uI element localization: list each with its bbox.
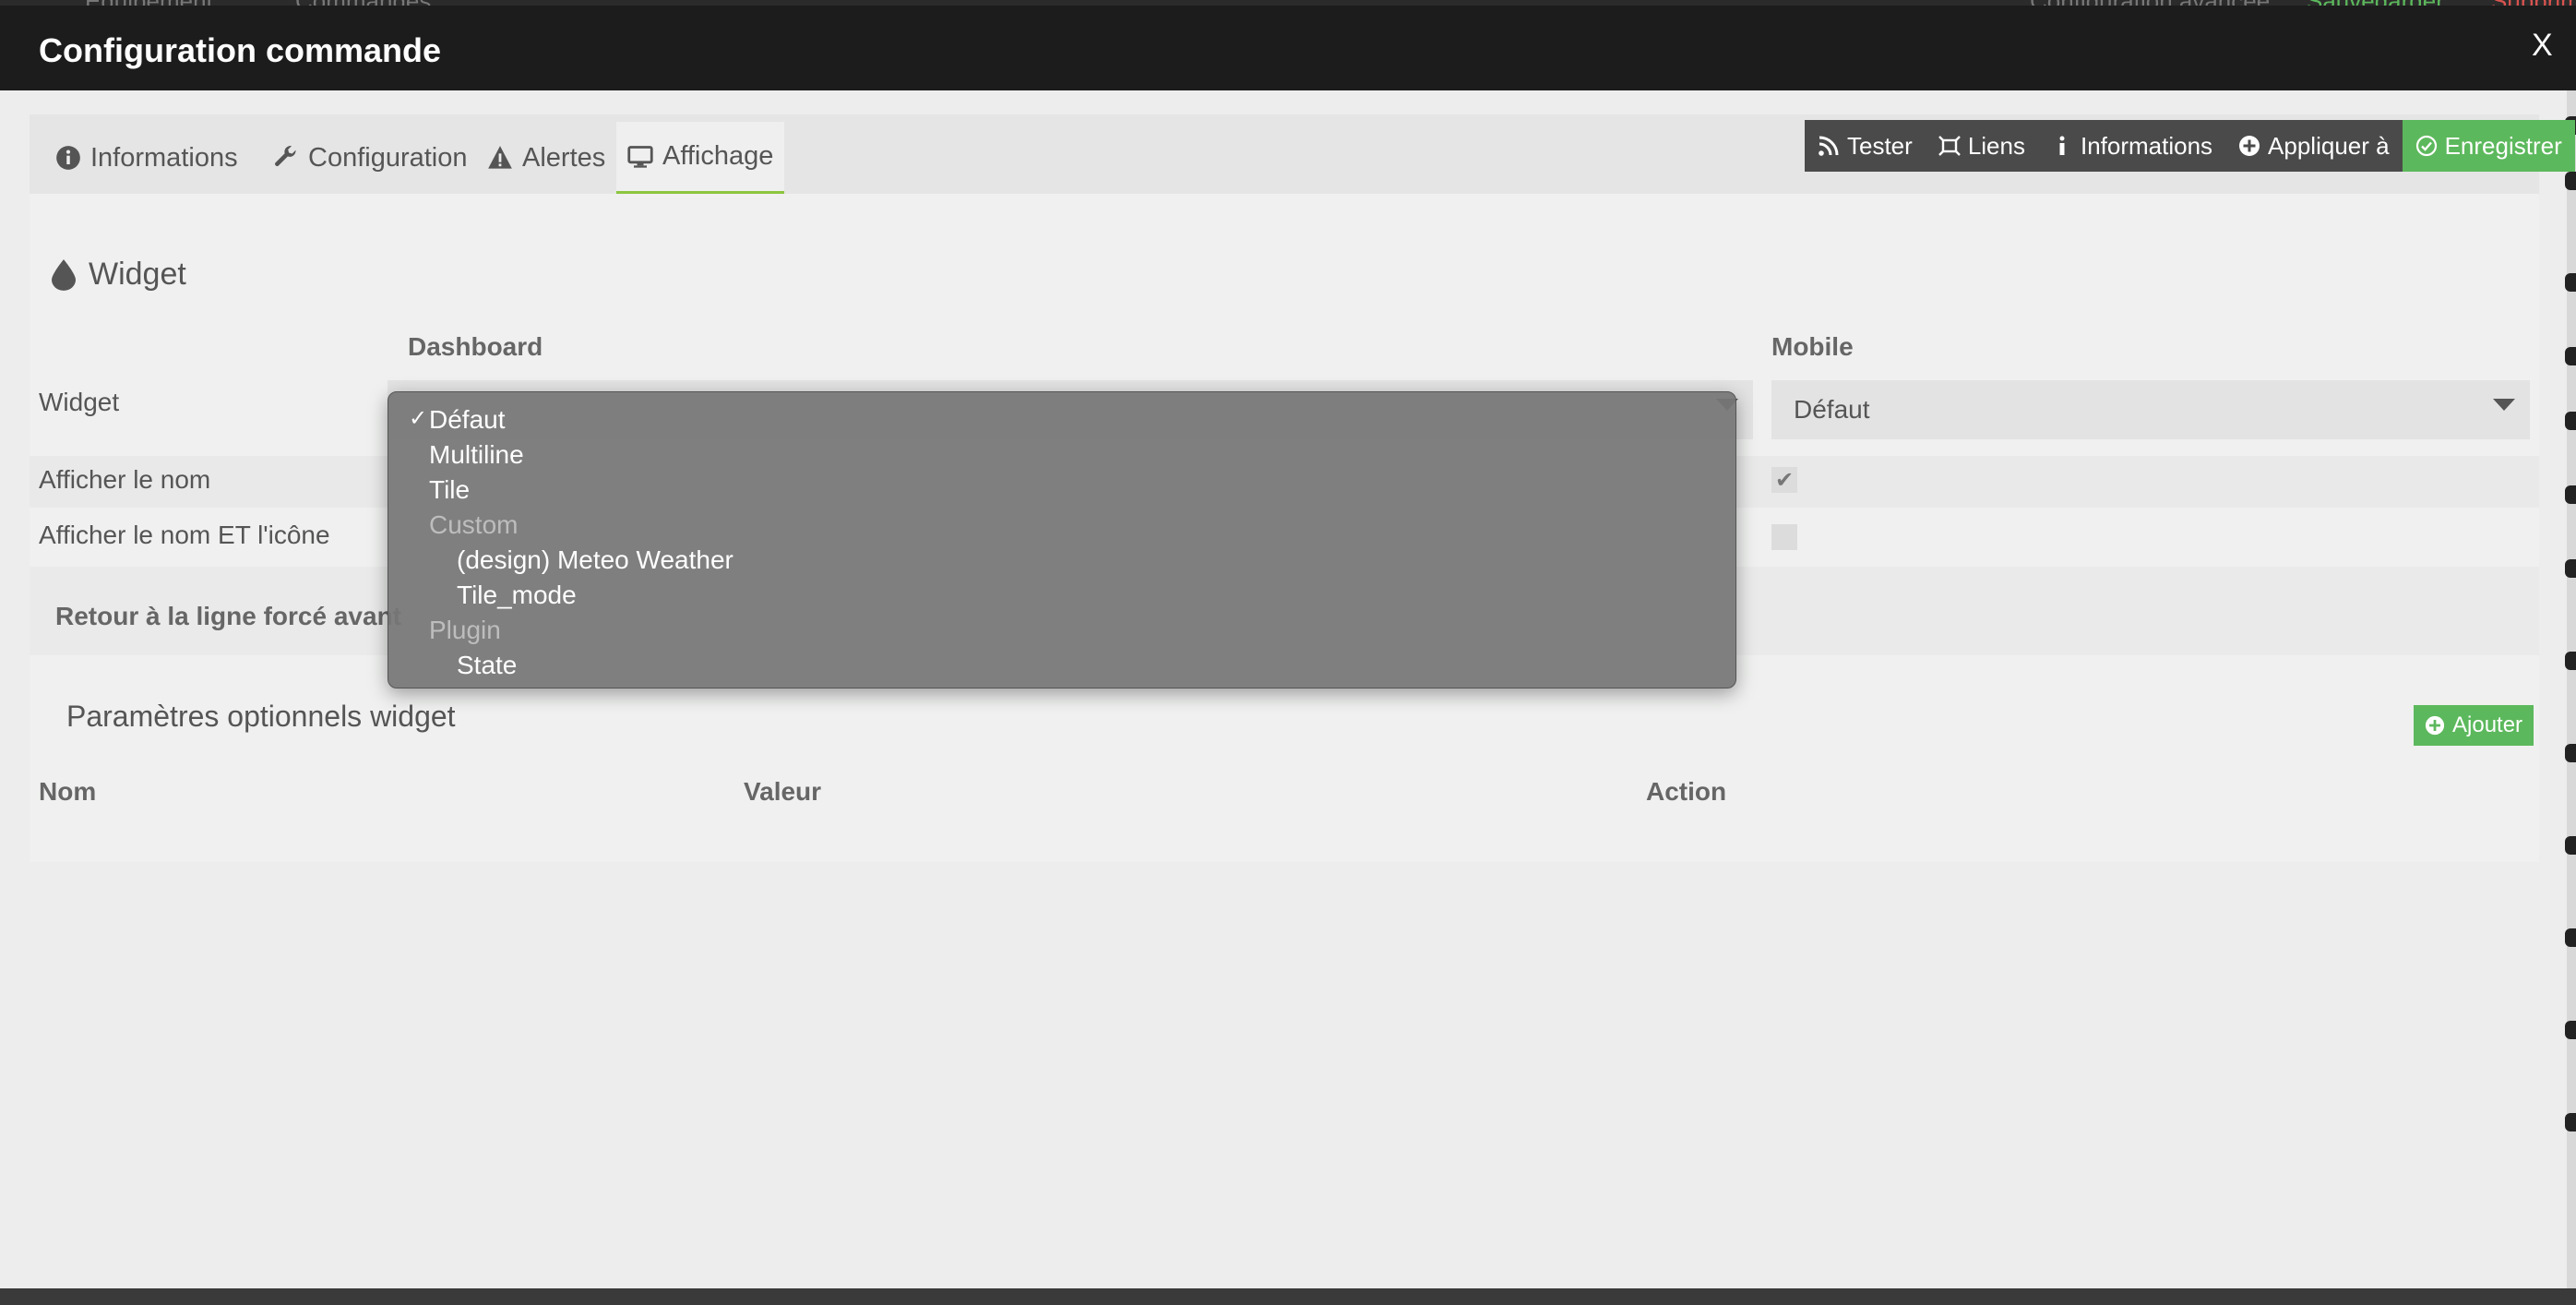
param-action-header: Action [1646,777,1727,806]
chevron-down-icon [2493,399,2515,411]
tab-alertes[interactable]: Alertes [487,122,605,194]
edge-marker [2565,485,2576,504]
edge-marker [2565,273,2576,292]
line-break-label: Retour à la ligne forcé avant [55,602,401,630]
checkmark-icon: ✓ [409,406,428,431]
edge-marker [2565,559,2576,578]
widget-section-title: Widget [52,257,186,293]
dropdown-option-state[interactable]: State [457,651,517,680]
dropdown-group-plugin: Plugin [429,616,501,644]
tab-configuration[interactable]: Configuration [273,122,468,194]
optional-params-title: Paramètres optionnels widget [66,700,456,733]
mobile-widget-select[interactable]: Défaut [1771,380,2530,439]
add-param-button[interactable]: Ajouter [2414,705,2534,746]
checkmark-icon: ✔ [1774,467,1795,493]
dropdown-option-tile[interactable]: Tile [429,475,470,505]
test-button-label: Tester [1847,131,1913,160]
informations-button[interactable]: Informations [2037,120,2226,172]
plus-circle-icon [2239,136,2260,156]
edge-marker [2565,347,2576,365]
tab-label: Informations [90,142,238,173]
edge-marker [2565,1021,2576,1039]
tab-label: Alertes [522,142,606,173]
tab-label: Affichage [662,141,774,171]
monitor-icon [627,145,653,168]
modal-title: Configuration commande [39,31,442,69]
links-button[interactable]: Liens [1925,120,2038,172]
dropdown-option-default[interactable]: ✓ Défaut [409,405,506,435]
apply-to-button[interactable]: Appliquer à [2225,120,2403,172]
save-button-label: Enregistrer [2444,131,2562,160]
rss-icon [1819,136,1839,156]
command-config-modal: Configuration commande X Informations Co… [0,6,2576,1294]
toolbar: Tester Liens Informations Appliquer à En… [1805,120,2575,172]
widget-row-label: Widget [39,388,120,416]
plus-circle-icon [2425,715,2445,736]
add-param-label: Ajouter [2452,712,2523,737]
edge-marker [2565,928,2576,947]
show-name-label: Afficher le nom [39,465,211,494]
dropdown-option-tile-mode[interactable]: Tile_mode [457,581,577,610]
edge-marker [2565,172,2576,190]
tab-informations[interactable]: Informations [55,122,238,194]
test-button[interactable]: Tester [1805,120,1926,172]
edge-marker [2565,836,2576,855]
param-name-header: Nom [39,777,97,806]
tab-affichage[interactable]: Affichage [616,122,785,194]
option-label: Défaut [429,405,506,434]
mobile-widget-value: Défaut [1794,395,1870,424]
tab-label: Configuration [308,142,468,173]
save-button[interactable]: Enregistrer [2402,120,2575,172]
warning-triangle-icon [488,146,512,169]
edge-marker [2565,744,2576,762]
dashboard-column-header: Dashboard [408,332,543,361]
widget-title-text: Widget [89,257,186,292]
drop-icon [52,258,76,291]
link-icon [1938,136,1961,156]
edge-marker [2565,1113,2576,1131]
check-circle-icon [2415,135,2437,157]
dropdown-option-meteo-weather[interactable]: (design) Meteo Weather [457,545,733,575]
info-icon [2059,136,2065,155]
mobile-show-name-icon-checkbox[interactable] [1771,524,1797,550]
edge-marker [2565,412,2576,430]
edge-marker [2565,652,2576,670]
dropdown-group-custom: Custom [429,510,519,539]
param-value-header: Valeur [744,777,822,806]
show-name-icon-label: Afficher le nom ET l'icône [39,521,330,549]
mobile-column-header: Mobile [1771,332,1854,361]
info-circle-icon [56,146,80,170]
mobile-show-name-checkbox[interactable]: ✔ [1771,467,1797,493]
apply-to-button-label: Appliquer à [2268,131,2390,160]
links-button-label: Liens [1967,131,2025,160]
modal-close-button[interactable]: X [2532,28,2553,64]
dropdown-option-multiline[interactable]: Multiline [429,440,524,470]
widget-dropdown-menu: ✓ Défaut Multiline Tile Custom (design) … [388,391,1736,688]
informations-button-label: Informations [2080,131,2213,160]
modal-bottom-bar [0,1288,2576,1305]
wrench-icon [275,146,296,166]
